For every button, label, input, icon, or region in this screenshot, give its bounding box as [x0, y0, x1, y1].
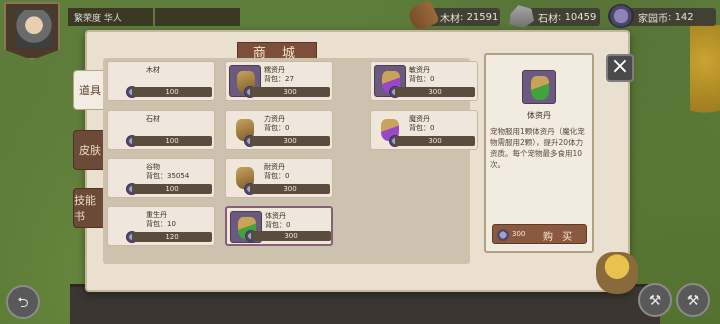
item-card-rebirth-pill[interactable]: 重生丹 背包：10 120: [107, 206, 215, 246]
coin-label: 家园币: [638, 13, 668, 25]
player-name: 繁荣度 华人: [68, 8, 153, 26]
avatar[interactable]: [16, 10, 52, 48]
item-bag-count: 背包：35054: [146, 172, 190, 180]
item-card-mozi-pill[interactable]: 魔资丹 背包：0 300: [370, 110, 478, 150]
tab-items[interactable]: 道具: [73, 70, 107, 110]
item-price: 120: [132, 232, 212, 242]
item-bag-count: 背包：0: [264, 172, 290, 180]
wood-value: 21591: [466, 11, 499, 23]
detail-item-name: 体资丹: [527, 111, 551, 120]
item-bag-count: 背包：0: [265, 221, 291, 229]
home-coin-icon: [497, 229, 509, 241]
item-card-stone[interactable]: 石材 100: [107, 110, 215, 150]
home-coin-icon: [608, 4, 634, 28]
back-button[interactable]: ⮌: [6, 285, 40, 319]
item-price: 100: [132, 184, 212, 194]
resource-stone: 石材: 10459: [509, 5, 600, 28]
item-card-minzi-pill[interactable]: 敏资丹 背包：0 300: [370, 61, 478, 101]
tab-skill-books[interactable]: 技能书: [73, 188, 107, 228]
item-name: 石材: [146, 115, 160, 123]
build-button[interactable]: ⚒: [676, 283, 710, 317]
item-card-tizi-pill[interactable]: 1 体资丹 背包：0 300: [225, 206, 333, 246]
item-price: 100: [132, 136, 212, 146]
item-bag-count: 背包：0: [409, 75, 435, 83]
detail-item-icon: [522, 70, 556, 104]
item-price: 300: [250, 184, 330, 194]
tree-decoration: [690, 25, 720, 145]
item-card-grain[interactable]: 谷物 背包：35054 100: [107, 158, 215, 198]
item-card-naizi-pill[interactable]: 耐资丹 背包：0 300: [225, 158, 333, 198]
stone-value: 10459: [564, 11, 597, 23]
tab-skins[interactable]: 皮肤: [73, 130, 107, 170]
player-avatar-frame[interactable]: [4, 2, 60, 60]
item-price: 300: [250, 87, 330, 97]
detail-item-description: 宠物服用1颗体资丹（魔化宠物需服用2颗），提升20体力资质。每个宠物最多食用10…: [490, 127, 585, 169]
hammer-icon: ⚒: [686, 293, 700, 309]
item-card-wood[interactable]: 木材 100: [107, 61, 215, 101]
top-info-bar: [155, 8, 240, 26]
buy-price: 300: [512, 230, 526, 238]
item-price: 300: [251, 231, 331, 241]
craft-button[interactable]: ⚒: [638, 283, 672, 317]
back-arrow-icon: ⮌: [17, 295, 29, 311]
wood-label: 木材: [440, 13, 460, 25]
resource-wood: 木材: 21591: [406, 0, 500, 33]
item-price: 300: [250, 136, 330, 146]
item-card-nuozi-pill[interactable]: 糯资丹 背包：27 300: [225, 61, 333, 101]
item-bag-count: 背包：0: [409, 124, 435, 132]
item-price: 300: [395, 136, 475, 146]
item-card-lizi-pill[interactable]: 力资丹 背包：0 300: [225, 110, 333, 150]
item-name: 木材: [146, 66, 160, 74]
item-price: 300: [395, 87, 475, 97]
close-button[interactable]: ×: [606, 54, 634, 82]
coin-pot-icon[interactable]: [596, 252, 638, 294]
anvil-icon: ⚒: [648, 293, 662, 309]
item-bag-count: 背包：27: [264, 75, 294, 83]
item-bag-count: 背包：0: [264, 124, 290, 132]
potion-icon: [531, 76, 549, 100]
coin-value: 142: [674, 11, 694, 23]
buy-label: 购 买: [543, 232, 576, 243]
stone-label: 石材: [538, 13, 558, 25]
resource-home-coin: 家园币: 142: [608, 4, 716, 28]
item-price: 100: [132, 87, 212, 97]
item-bag-count: 背包：10: [146, 220, 176, 228]
buy-button[interactable]: 300 购 买: [492, 224, 587, 244]
